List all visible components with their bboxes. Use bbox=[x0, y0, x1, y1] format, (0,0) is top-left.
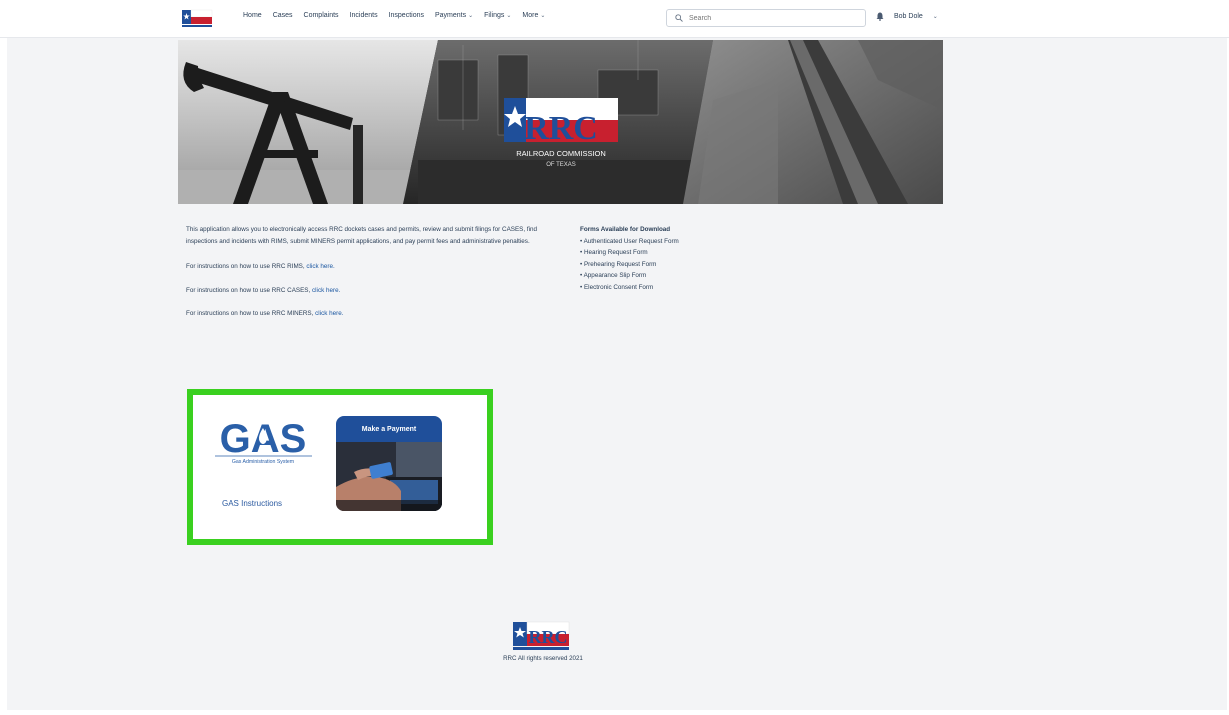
rims-instructions-link[interactable]: click here. bbox=[306, 263, 334, 270]
nav-home[interactable]: Home bbox=[243, 12, 262, 19]
gas-instructions-link[interactable]: GAS Instructions bbox=[222, 499, 282, 508]
intro-paragraph: This application allows you to electroni… bbox=[186, 226, 538, 245]
nav-more[interactable]: More ⌄ bbox=[522, 12, 545, 19]
svg-text:RAILROAD COMMISSION: RAILROAD COMMISSION bbox=[516, 149, 606, 158]
form-link-authenticated-user[interactable]: • Authenticated User Request Form bbox=[580, 236, 780, 248]
hero-image: RRC RAILROAD COMMISSION OF TEXAS bbox=[178, 40, 943, 204]
form-link-hearing-request[interactable]: • Hearing Request Form bbox=[580, 247, 780, 259]
nav-label: Filings bbox=[484, 12, 505, 19]
search-input[interactable] bbox=[689, 14, 849, 22]
rrc-hero-logo: RRC RAILROAD COMMISSION OF TEXAS bbox=[504, 98, 618, 168]
nav-label: Incidents bbox=[349, 12, 378, 19]
footer-copyright: RRC All rights reserved 2021 bbox=[503, 655, 583, 662]
make-payment-tile[interactable]: Make a Payment bbox=[336, 416, 442, 511]
user-name: Bob Dole bbox=[894, 13, 923, 20]
nav-label: Complaints bbox=[303, 12, 339, 19]
nav-payments[interactable]: Payments ⌄ bbox=[435, 12, 473, 19]
make-payment-label: Make a Payment bbox=[361, 425, 417, 433]
user-menu[interactable]: Bob Dole ⌄ bbox=[876, 12, 938, 21]
nav-filings[interactable]: Filings ⌄ bbox=[484, 12, 511, 19]
chevron-down-icon: ⌄ bbox=[506, 13, 512, 19]
nav-inspections[interactable]: Inspections bbox=[389, 12, 424, 19]
search-box[interactable] bbox=[666, 9, 866, 27]
top-navigation-bar: Home Cases Complaints Incidents Inspecti… bbox=[0, 0, 1229, 38]
search-icon bbox=[675, 14, 683, 22]
form-link-electronic-consent[interactable]: • Electronic Consent Form bbox=[580, 282, 780, 294]
instruction-cases: For instructions on how to use RRC CASES… bbox=[186, 286, 341, 294]
nav-complaints[interactable]: Complaints bbox=[304, 12, 339, 19]
nav-incidents[interactable]: Incidents bbox=[350, 12, 378, 19]
svg-text:OF TEXAS: OF TEXAS bbox=[546, 162, 576, 168]
footer-rrc-logo: RRC bbox=[513, 621, 570, 650]
intro-section: This application allows you to electroni… bbox=[186, 224, 556, 332]
miners-instructions-link[interactable]: click here. bbox=[315, 310, 343, 317]
nav-label: Payments bbox=[435, 12, 467, 19]
forms-download-section: Forms Available for Download • Authentic… bbox=[580, 224, 780, 293]
hero-banner: RRC RAILROAD COMMISSION OF TEXAS bbox=[178, 40, 943, 204]
instruction-miners: For instructions on how to use RRC MINER… bbox=[186, 310, 344, 317]
payment-image bbox=[336, 442, 442, 511]
bell-icon[interactable] bbox=[876, 12, 884, 21]
main-nav: Home Cases Complaints Incidents Inspecti… bbox=[243, 12, 545, 19]
form-link-appearance-slip[interactable]: • Appearance Slip Form bbox=[580, 270, 780, 282]
instruction-rims: For instructions on how to use RRC RIMS,… bbox=[186, 263, 335, 270]
rrc-logo[interactable] bbox=[181, 8, 213, 28]
nav-label: Inspections bbox=[388, 12, 424, 19]
cases-instructions-link[interactable]: click here. bbox=[312, 287, 340, 294]
chevron-down-icon: ⌄ bbox=[932, 14, 938, 20]
chevron-down-icon: ⌄ bbox=[468, 13, 474, 19]
chevron-down-icon: ⌄ bbox=[540, 13, 546, 19]
svg-text:RRC: RRC bbox=[524, 110, 598, 147]
nav-label: More bbox=[522, 12, 539, 19]
svg-text:Gas Administration System: Gas Administration System bbox=[232, 459, 294, 465]
nav-cases[interactable]: Cases bbox=[273, 12, 293, 19]
gas-logo[interactable]: GAS Gas Administration System bbox=[211, 416, 316, 471]
nav-label: Home bbox=[243, 12, 262, 19]
nav-label: Cases bbox=[272, 12, 293, 19]
forms-heading: Forms Available for Download bbox=[580, 226, 671, 233]
form-link-prehearing-request[interactable]: • Prehearing Request Form bbox=[580, 259, 780, 271]
svg-text:RRC: RRC bbox=[529, 627, 568, 647]
